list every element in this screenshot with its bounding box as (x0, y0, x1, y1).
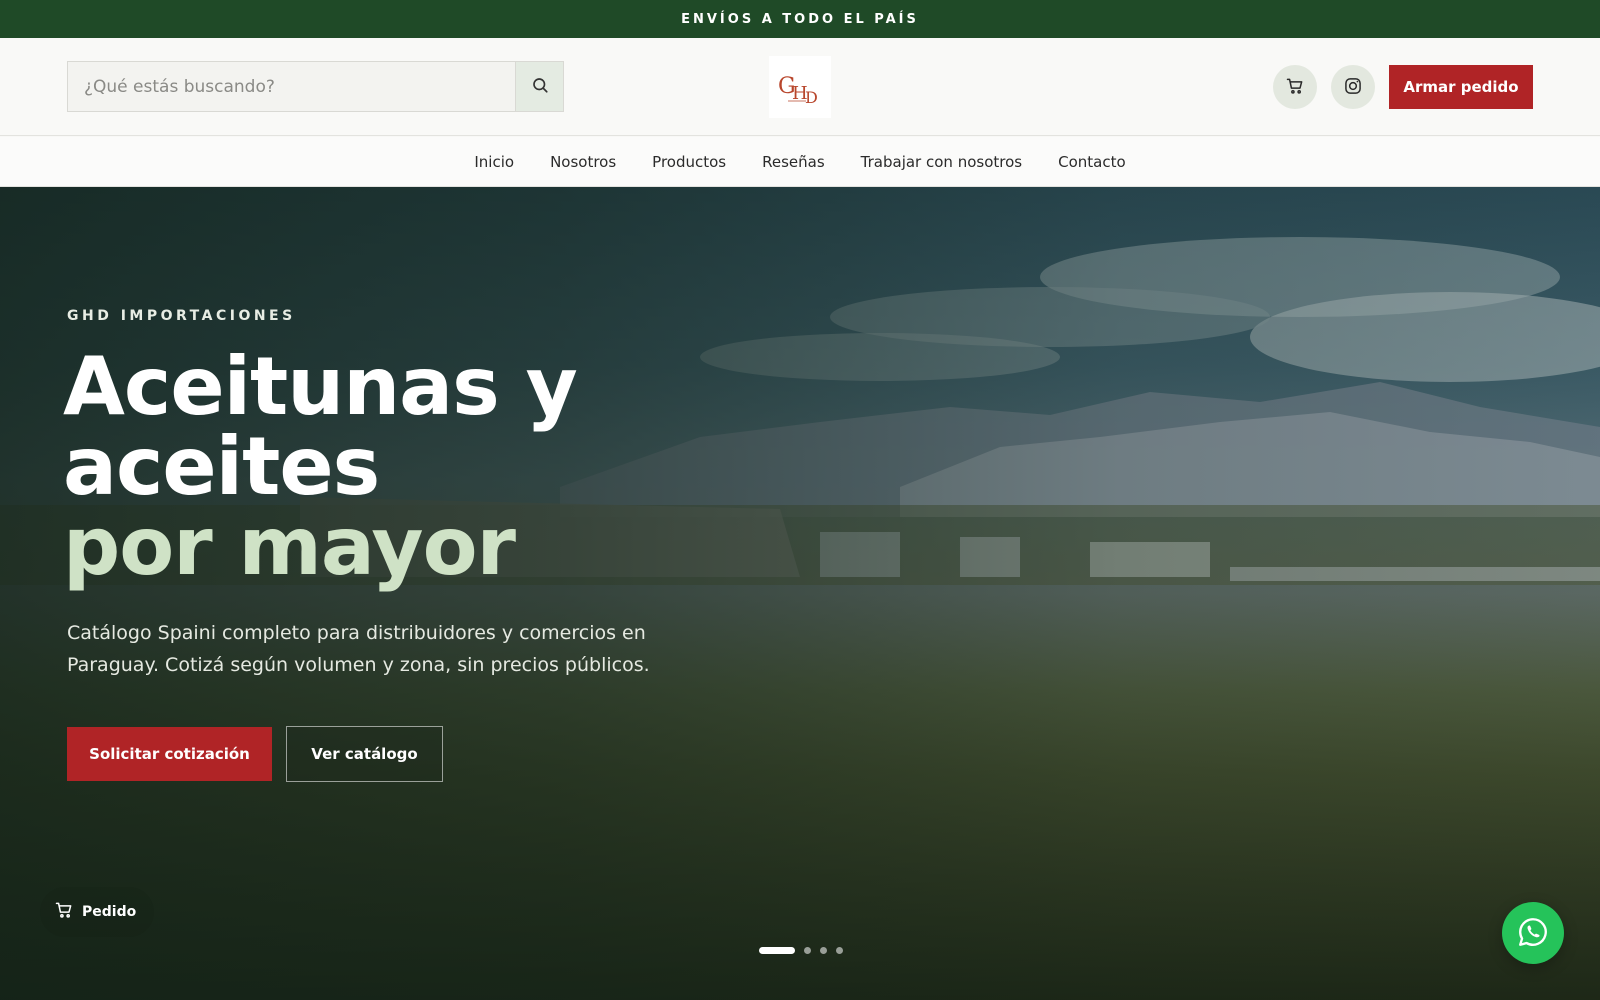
solicitar-cotizacion-button[interactable]: Solicitar cotización (67, 727, 272, 781)
hero-title-line-3: por mayor (63, 500, 516, 593)
announcement-text: ENVÍOS A TODO EL PAÍS (681, 11, 919, 27)
pedido-label: Pedido (82, 904, 137, 920)
nav-item-nosotros[interactable]: Nosotros (550, 153, 616, 171)
hero-title: Aceitunas y aceites por mayor (63, 347, 763, 587)
carousel-dot-2[interactable] (804, 947, 811, 954)
ghd-logo-mark: G H D (778, 74, 818, 107)
pedido-floating-button[interactable]: Pedido (40, 887, 154, 937)
main-nav: Inicio Nosotros Productos Reseñas Trabaj… (0, 137, 1600, 187)
hero-title-line-1: Aceitunas y (63, 340, 578, 433)
ver-catalogo-button[interactable]: Ver catálogo (286, 726, 443, 782)
whatsapp-button[interactable] (1502, 902, 1564, 964)
site-header: G H D Armar pedido (0, 38, 1600, 136)
nav-item-productos[interactable]: Productos (652, 153, 726, 171)
instagram-icon (1343, 76, 1363, 99)
nav-item-contacto[interactable]: Contacto (1058, 153, 1126, 171)
nav-item-trabajar[interactable]: Trabajar con nosotros (861, 153, 1022, 171)
whatsapp-icon (1516, 915, 1550, 952)
instagram-button[interactable] (1331, 65, 1375, 109)
search-button[interactable] (515, 62, 563, 111)
search-bar (67, 61, 564, 112)
announcement-bar: ENVÍOS A TODO EL PAÍS (0, 0, 1600, 38)
carousel-dot-1[interactable] (759, 947, 795, 954)
nav-item-inicio[interactable]: Inicio (474, 153, 514, 171)
hero-title-line-2: aceites (63, 420, 380, 513)
carousel-dot-4[interactable] (836, 947, 843, 954)
hero-section: GHD IMPORTACIONES Aceitunas y aceites po… (0, 187, 1600, 1000)
nav-item-resenas[interactable]: Reseñas (762, 153, 825, 171)
armar-pedido-button[interactable]: Armar pedido (1389, 65, 1533, 109)
site-logo[interactable]: G H D (769, 56, 831, 118)
cart-icon (54, 900, 74, 924)
hero-subtitle: Catálogo Spaini completo para distribuid… (67, 622, 650, 676)
search-icon (531, 76, 549, 97)
cart-button[interactable] (1273, 65, 1317, 109)
carousel-dot-3[interactable] (820, 947, 827, 954)
search-input[interactable] (68, 62, 515, 111)
carousel-indicators (759, 947, 843, 954)
cart-icon (1285, 76, 1305, 99)
svg-text:D: D (805, 88, 818, 107)
hero-eyebrow: GHD IMPORTACIONES (67, 308, 296, 324)
